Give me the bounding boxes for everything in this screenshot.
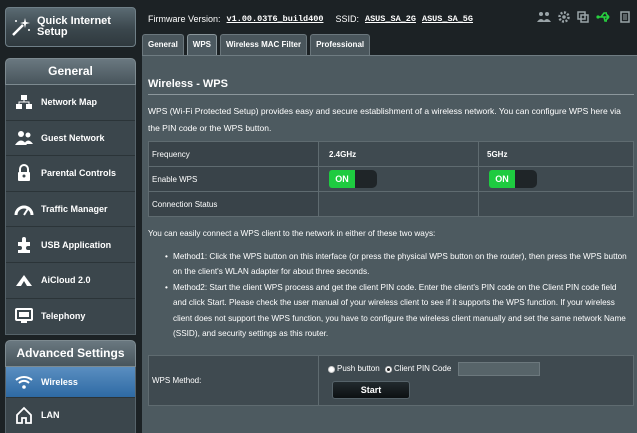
sidebar-item-label: AiCloud 2.0	[41, 275, 91, 286]
page-description: WPS (Wi-Fi Protected Setup) provides eas…	[148, 106, 621, 133]
sidebar-item-aicloud[interactable]: AiCloud 2.0	[6, 263, 135, 299]
quick-internet-setup-button[interactable]: Quick Internet Setup	[5, 7, 136, 47]
wps-method-table: WPS Method: Push button Client PIN Code …	[148, 355, 634, 406]
push-button-radio[interactable]	[328, 365, 335, 373]
client-pin-radio[interactable]	[384, 365, 392, 373]
tab-wireless-mac-filter[interactable]: Wireless MAC Filter	[220, 34, 308, 55]
sidebar-item-telephony[interactable]: Telephony	[6, 299, 135, 335]
printer-icon[interactable]	[619, 11, 631, 25]
toggle-knob	[355, 170, 377, 188]
sidebar-item-usb-application[interactable]: USB Application	[6, 227, 135, 263]
page-title: Wireless - WPS	[148, 78, 228, 90]
sidebar-item-network-map[interactable]: Network Map	[6, 85, 135, 121]
status-icons	[537, 11, 631, 25]
start-button[interactable]: Start	[332, 381, 410, 399]
wireless-icon	[6, 375, 41, 389]
sidebar: Quick Internet Setup General Network Map…	[0, 0, 140, 433]
wps-5ghz-toggle[interactable]: ON	[489, 170, 537, 188]
magic-wand-icon	[6, 16, 37, 38]
copy-icon[interactable]	[577, 11, 589, 25]
clients-icon[interactable]	[537, 11, 551, 25]
connection-status-24	[318, 191, 479, 217]
enable-wps-label: Enable WPS	[148, 166, 319, 192]
client-pin-input[interactable]	[457, 362, 540, 376]
ssid-5g-link[interactable]: ASUS_SA_5G	[422, 14, 473, 24]
usb-status-icon[interactable]	[596, 11, 612, 25]
tab-wps[interactable]: WPS	[186, 34, 218, 55]
frequency-label: Frequency	[148, 141, 319, 167]
traffic-manager-icon	[6, 202, 41, 216]
frequency-24ghz: 2.4GHz	[318, 141, 479, 167]
wps-settings-table: Frequency 2.4GHz 5GHz Enable WPS ON ON C…	[148, 141, 634, 217]
sidebar-item-guest-network[interactable]: Guest Network	[6, 121, 135, 157]
sidebar-item-label: Traffic Manager	[41, 204, 108, 215]
sidebar-item-label: Telephony	[41, 311, 86, 322]
enable-wps-5-cell: ON	[478, 166, 634, 192]
title-divider	[148, 94, 634, 95]
connection-status-5	[478, 191, 634, 217]
tab-general[interactable]: General	[142, 34, 184, 55]
guest-network-icon	[6, 130, 41, 146]
enable-wps-24-cell: ON	[318, 166, 479, 192]
advanced-settings-header: Advanced Settings	[5, 340, 136, 367]
sidebar-item-label: Guest Network	[41, 132, 105, 143]
main-panel: Wireless - WPS WPS (Wi-Fi Protected Setu…	[142, 55, 637, 433]
connection-status-label: Connection Status	[148, 191, 319, 217]
toggle-on-label: ON	[329, 170, 355, 188]
sidebar-item-lan[interactable]: LAN	[6, 398, 135, 431]
sidebar-item-label: Network Map	[41, 97, 98, 108]
general-menu: Network Map Guest Network Parental Contr…	[5, 85, 136, 335]
quick-setup-label: Quick Internet Setup	[36, 15, 111, 38]
sidebar-item-label: LAN	[41, 409, 60, 420]
sidebar-item-parental-controls[interactable]: Parental Controls	[6, 156, 135, 192]
general-section-header: General	[5, 58, 136, 85]
wps-method-label: WPS Method:	[148, 355, 319, 406]
top-status-bar: Firmware Version: v1.00.03T6_build400 SS…	[140, 8, 637, 30]
wps-method-options: Push button Client PIN Code Start	[318, 355, 634, 406]
wps-24ghz-toggle[interactable]: ON	[329, 170, 377, 188]
parental-controls-icon	[6, 164, 41, 182]
sidebar-item-label: USB Application	[41, 239, 112, 250]
instructions-method2: Method2: Start the client WPS process an…	[165, 280, 632, 342]
tab-professional[interactable]: Professional	[310, 34, 371, 55]
tab-bar: General WPS Wireless MAC Filter Professi…	[142, 34, 371, 55]
sidebar-item-label: Parental Controls	[41, 168, 117, 179]
firmware-label: Firmware Version:	[148, 14, 221, 24]
network-map-icon	[6, 94, 41, 110]
push-button-label: Push button	[337, 364, 380, 374]
instructions-method1: Method1: Click the WPS button on this in…	[165, 249, 632, 280]
advanced-menu: Wireless LAN	[5, 367, 136, 433]
frequency-5ghz: 5GHz	[478, 141, 634, 167]
firmware-version-link[interactable]: v1.00.03T6_build400	[227, 14, 324, 24]
sidebar-item-traffic-manager[interactable]: Traffic Manager	[6, 192, 135, 228]
toggle-knob	[515, 170, 537, 188]
sidebar-item-wireless[interactable]: Wireless	[6, 367, 135, 398]
ssid-label: SSID:	[335, 14, 359, 24]
usb-application-icon	[6, 236, 41, 254]
client-pin-label: Client PIN Code	[393, 364, 452, 374]
toggle-on-label: ON	[489, 170, 515, 188]
telephony-icon	[6, 308, 41, 324]
lan-icon	[6, 406, 41, 424]
instructions-intro: You can easily connect a WPS client to t…	[148, 229, 436, 238]
sidebar-item-label: Wireless	[41, 377, 78, 387]
wps-instructions: You can easily connect a WPS client to t…	[148, 226, 632, 342]
aicloud-icon	[6, 272, 41, 288]
ssid-2g-link[interactable]: ASUS_SA_2G	[365, 14, 416, 24]
settings-icon[interactable]	[558, 11, 570, 25]
